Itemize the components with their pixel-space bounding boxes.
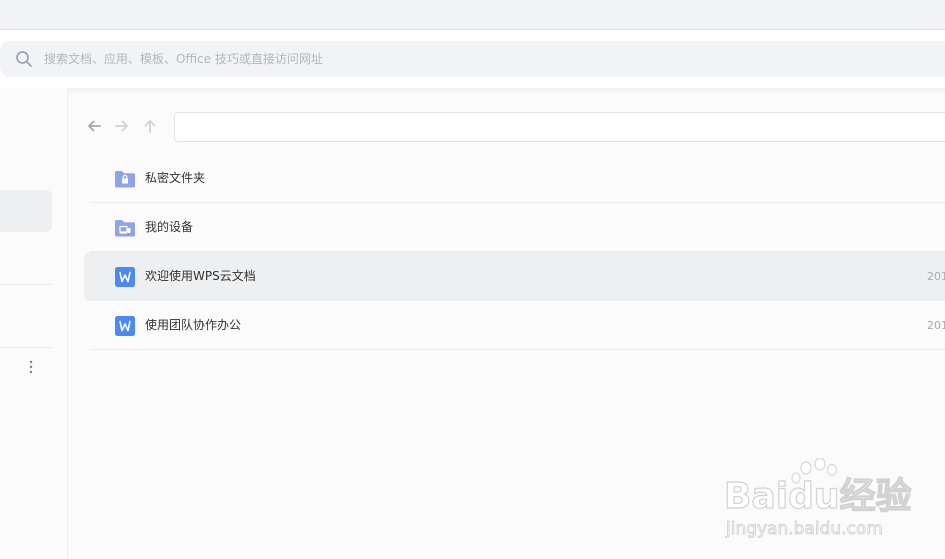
sidebar: [0, 88, 68, 559]
sidebar-item-active[interactable]: [0, 190, 52, 232]
file-name: 我的设备: [145, 220, 194, 234]
search-bar[interactable]: [0, 41, 945, 77]
file-date: 201: [927, 270, 945, 283]
device-folder-icon: [115, 220, 135, 237]
path-field[interactable]: [174, 112, 945, 142]
file-name: 欢迎使用WPS云文档: [145, 269, 256, 283]
wps-writer-doc-icon: [115, 267, 135, 287]
watermark-url: jingyan.baidu.com: [725, 519, 883, 539]
forward-arrow-icon[interactable]: [114, 118, 130, 134]
file-row[interactable]: 私密文件夹: [84, 154, 945, 203]
sidebar-divider: [0, 284, 52, 285]
file-row[interactable]: 使用团队协作办公 201: [84, 301, 945, 350]
file-name: 使用团队协作办公: [145, 318, 242, 332]
sidebar-divider: [0, 347, 52, 348]
file-name: 私密文件夹: [145, 171, 206, 185]
watermark-brand: Baidu经验: [724, 476, 911, 517]
more-vertical-icon[interactable]: [26, 358, 36, 376]
search-bar-area: [0, 30, 945, 88]
file-row-selected[interactable]: 欢迎使用WPS云文档 201: [84, 252, 945, 301]
wps-writer-doc-icon: [115, 316, 135, 336]
lock-folder-icon: [115, 171, 135, 188]
search-icon: [16, 51, 32, 67]
search-input[interactable]: [44, 41, 844, 77]
back-arrow-icon[interactable]: [86, 118, 102, 134]
row-divider: [90, 349, 945, 350]
file-row[interactable]: 我的设备: [84, 203, 945, 252]
baidu-jingyan-watermark: Baidu经验 jingyan.baidu.com: [724, 458, 912, 539]
file-date: 201: [927, 319, 945, 332]
title-bar: [0, 0, 945, 30]
up-arrow-icon[interactable]: [142, 118, 158, 134]
